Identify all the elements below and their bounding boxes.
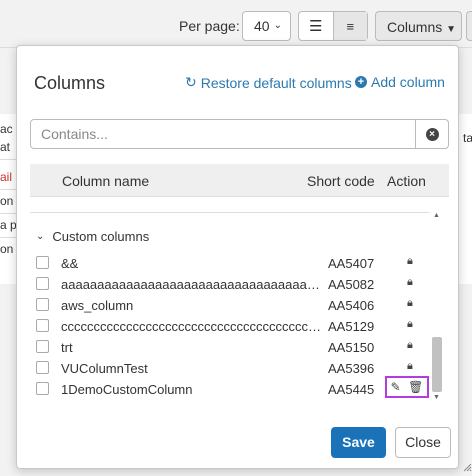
lock-icon: 🔒︎ xyxy=(407,255,413,267)
bg-cell: ail xyxy=(0,170,13,184)
list-item: VUColumnTest AA5396 🔒︎ xyxy=(30,358,429,379)
row-checkbox[interactable] xyxy=(36,382,49,395)
column-name: trt xyxy=(61,340,73,355)
caret-down-icon: ▼ xyxy=(446,24,457,35)
search-input[interactable] xyxy=(31,120,415,148)
per-page-select[interactable]: 40 ⌄ xyxy=(242,11,291,41)
save-button[interactable]: Save xyxy=(331,427,386,458)
short-code: AA5445 xyxy=(328,382,375,397)
column-list: ⌄ Custom columns && AA5407 🔒︎ aaaaaaaaaa… xyxy=(30,212,449,402)
lock-icon: 🔒︎ xyxy=(407,360,413,372)
row-actions: ✎ 🗑︎ xyxy=(385,376,429,398)
short-code: AA5082 xyxy=(328,277,375,292)
row-checkbox[interactable] xyxy=(36,256,49,269)
short-code: AA5150 xyxy=(328,340,375,355)
restore-default-columns-link[interactable]: ↻ Restore default columns xyxy=(185,74,352,91)
column-name: cccccccccccccccccccccccccccccccccccccccc… xyxy=(61,319,321,334)
header-action: Action xyxy=(387,173,426,189)
lock-icon: 🔒︎ xyxy=(407,297,413,309)
bg-cell: ta xyxy=(463,131,472,145)
list-item: && AA5407 🔒︎ xyxy=(30,253,429,274)
chevron-down-icon: ⌄ xyxy=(36,231,45,242)
list-icon: ☰ xyxy=(309,18,323,35)
list-item: 1DemoCustomColumn AA5445 ✎ 🗑︎ xyxy=(30,376,429,400)
chevron-down-icon: ⌄ xyxy=(273,20,282,31)
page-toolbar: Per page: 40 ⌄ ☰ ≡ Columns ▼ xyxy=(0,0,472,48)
close-button[interactable]: Close xyxy=(395,427,451,458)
column-name: aaaaaaaaaaaaaaaaaaaaaaaaaaaaaaaaaaaaaaaa… xyxy=(61,277,321,292)
bg-cell: at xyxy=(0,140,11,154)
restore-icon: ↻ xyxy=(185,74,197,90)
bg-cell: ac xyxy=(0,122,13,136)
group-label: Custom columns xyxy=(52,229,150,244)
list-item: cccccccccccccccccccccccccccccccccccccccc… xyxy=(30,316,429,337)
plus-circle-icon: + xyxy=(355,76,367,88)
add-column-link[interactable]: + Add column xyxy=(355,74,445,90)
short-code: AA5406 xyxy=(328,298,375,313)
scroll-down-icon[interactable]: ▼ xyxy=(433,394,440,401)
view-toggle-group: ☰ ≡ xyxy=(298,11,368,41)
lock-icon: 🔒︎ xyxy=(407,276,413,288)
column-name: aws_column xyxy=(61,298,134,313)
row-checkbox[interactable] xyxy=(36,361,49,374)
bg-cell: a p xyxy=(0,218,17,232)
clear-icon: × xyxy=(425,127,439,141)
row-checkbox[interactable] xyxy=(36,319,49,332)
row-checkbox[interactable] xyxy=(36,277,49,290)
overflow-button[interactable] xyxy=(466,11,472,41)
scroll-thumb[interactable] xyxy=(432,337,442,392)
dialog-title: Columns xyxy=(34,73,106,93)
per-page-label: Per page: xyxy=(179,18,240,34)
columns-label: Columns xyxy=(387,19,443,35)
columns-button[interactable]: Columns ▼ xyxy=(375,11,462,41)
header-short-code: Short code xyxy=(307,173,375,189)
list-view-button[interactable]: ☰ xyxy=(299,12,333,40)
lock-icon: 🔒︎ xyxy=(407,318,413,330)
column-name: 1DemoCustomColumn xyxy=(61,382,193,397)
short-code: AA5129 xyxy=(328,319,375,334)
short-code: AA5407 xyxy=(328,256,375,271)
row-checkbox[interactable] xyxy=(36,340,49,353)
column-search: × xyxy=(30,119,449,149)
list-item: aws_column AA5406 🔒︎ xyxy=(30,295,429,316)
group-header-custom-columns[interactable]: ⌄ Custom columns xyxy=(36,229,149,244)
list-scrollbar[interactable]: ▲ ▼ xyxy=(431,212,443,402)
edit-pencil-icon[interactable]: ✎ xyxy=(391,380,401,394)
column-list-header: Column name Short code Action xyxy=(30,164,449,197)
row-checkbox[interactable] xyxy=(36,298,49,311)
resize-handle-icon[interactable] xyxy=(462,462,472,472)
columns-dialog: Columns ↻ Restore default columns + Add … xyxy=(16,45,459,469)
compact-view-button[interactable]: ≡ xyxy=(332,12,367,40)
bg-cell: on xyxy=(0,194,14,208)
lock-icon: 🔒︎ xyxy=(407,339,413,351)
divider xyxy=(30,212,429,213)
add-column-label: Add column xyxy=(371,74,445,90)
bg-cell: on xyxy=(0,242,14,256)
header-column-name: Column name xyxy=(62,173,150,189)
per-page-value: 40 xyxy=(254,18,270,34)
short-code: AA5396 xyxy=(328,361,375,376)
restore-label: Restore default columns xyxy=(200,74,352,91)
trash-icon[interactable]: 🗑︎ xyxy=(408,380,423,394)
column-name: VUColumnTest xyxy=(61,361,148,376)
scroll-up-icon[interactable]: ▲ xyxy=(433,212,440,219)
list-item: aaaaaaaaaaaaaaaaaaaaaaaaaaaaaaaaaaaaaaaa… xyxy=(30,274,429,295)
column-name: && xyxy=(61,256,79,271)
clear-search-button[interactable]: × xyxy=(415,120,448,148)
compact-list-icon: ≡ xyxy=(346,18,355,34)
list-item: trt AA5150 🔒︎ xyxy=(30,337,429,358)
